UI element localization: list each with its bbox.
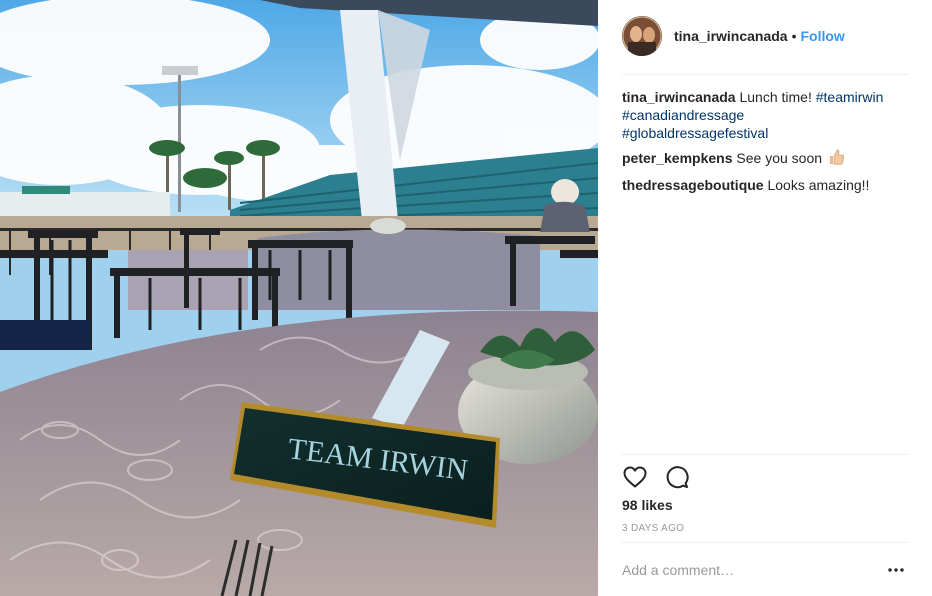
post-side-panel: tina_irwincanada • Follow tina_irwincana…	[598, 0, 932, 596]
avatar[interactable]	[622, 16, 662, 56]
divider	[622, 542, 908, 543]
likes-count[interactable]: 98 likes	[622, 497, 673, 513]
caption: tina_irwincanada Lunch time! #teamirwin …	[622, 88, 908, 142]
more-options-icon[interactable]	[884, 560, 908, 580]
post-header: tina_irwincanada • Follow	[622, 16, 908, 56]
post-timestamp[interactable]: 3 DAYS AGO	[622, 523, 684, 534]
post-image[interactable]: TEAM IRWIN	[0, 0, 598, 596]
caption-username[interactable]: tina_irwincanada	[622, 89, 736, 105]
comment-item: thedressageboutique Looks amazing!!	[622, 176, 908, 194]
follow-button[interactable]: Follow	[801, 28, 845, 44]
comment-username[interactable]: peter_kempkens	[622, 150, 733, 166]
add-comment-input[interactable]	[622, 562, 884, 578]
heart-icon[interactable]	[622, 464, 648, 490]
separator-dot: •	[791, 28, 797, 44]
comment-username[interactable]: thedressageboutique	[622, 177, 764, 193]
post-author-username[interactable]: tina_irwincanada	[674, 28, 788, 44]
comments-list: tina_irwincanada Lunch time! #teamirwin …	[622, 88, 908, 200]
comment-text: Looks amazing!!	[767, 177, 870, 193]
add-comment-row	[622, 556, 908, 584]
comment-text: See you soon	[736, 150, 823, 166]
action-bar	[622, 464, 706, 490]
hashtag-link[interactable]: #canadiandressage	[622, 106, 908, 124]
hashtag-link[interactable]: #teamirwin	[816, 89, 884, 105]
comment-item: peter_kempkens See you soon	[622, 148, 908, 170]
comment-bubble-icon[interactable]	[664, 464, 690, 490]
thumbs-up-icon	[828, 148, 846, 170]
divider	[622, 74, 908, 75]
caption-text: Lunch time!	[739, 89, 812, 105]
divider	[622, 454, 908, 455]
hashtag-link[interactable]: #globaldressagefestival	[622, 124, 908, 142]
